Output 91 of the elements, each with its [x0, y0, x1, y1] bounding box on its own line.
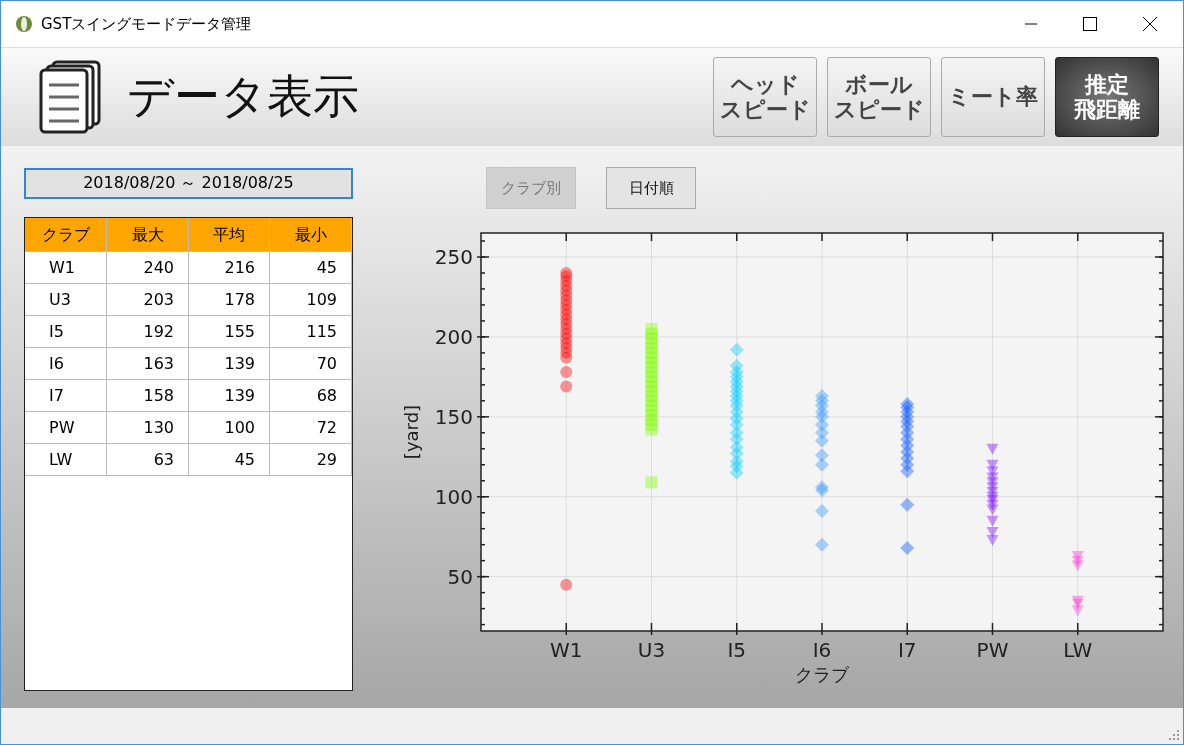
table-cell: 192 [107, 316, 189, 348]
table-cell: 63 [107, 444, 189, 476]
table-cell: 68 [270, 380, 352, 412]
y-tick-label: 250 [434, 245, 473, 269]
data-point [1071, 555, 1084, 567]
table-cell: 72 [270, 412, 352, 444]
data-point [560, 380, 573, 393]
table-cell: 216 [189, 252, 270, 284]
data-point [986, 482, 999, 494]
maximize-icon[interactable] [1083, 17, 1097, 31]
table-cell: I7 [25, 380, 107, 412]
sort-button[interactable]: 日付順 [606, 167, 696, 209]
data-point [815, 537, 829, 552]
mode-button[interactable]: ヘッド スピード [713, 57, 817, 137]
x-tick-label: I7 [897, 638, 917, 662]
table-cell: 163 [107, 348, 189, 380]
table-cell: I5 [25, 316, 107, 348]
documents-icon [39, 60, 101, 134]
page-title: データ表示 [127, 68, 359, 125]
x-tick-label: I5 [727, 638, 747, 662]
x-tick-label: W1 [550, 638, 583, 662]
window-title: GSTスイングモードデータ管理 [41, 14, 252, 34]
table-cell: 70 [270, 348, 352, 380]
data-point [729, 358, 744, 373]
table-cell: PW [25, 412, 107, 444]
table-cell: 139 [189, 380, 270, 412]
mode-button[interactable]: ミート率 [941, 57, 1045, 137]
table-cell: U3 [25, 284, 107, 316]
table-cell: 158 [107, 380, 189, 412]
data-point [986, 534, 999, 546]
data-point [729, 342, 744, 357]
data-point [729, 440, 744, 455]
data-point [986, 499, 999, 511]
table-cell: 115 [270, 316, 352, 348]
x-tick-label: U3 [637, 638, 666, 662]
data-point [815, 448, 829, 463]
data-point [900, 497, 915, 512]
data-point [986, 443, 999, 455]
column-header: 平均 [189, 218, 270, 252]
resize-grip-icon[interactable] [1169, 730, 1179, 740]
data-point [815, 504, 829, 519]
table-cell: LW [25, 444, 107, 476]
y-tick-label: 100 [434, 484, 473, 509]
app-icon [15, 15, 33, 33]
y-tick-label: 200 [434, 324, 473, 349]
table-cell: W1 [25, 252, 107, 284]
close-icon[interactable] [1143, 17, 1157, 31]
column-header: 最大 [107, 218, 189, 252]
data-point [560, 578, 573, 591]
data-point [986, 515, 999, 527]
table-cell: 109 [270, 284, 352, 316]
table-cell: 45 [270, 252, 352, 284]
table-cell: 130 [107, 412, 189, 444]
table-cell: 100 [189, 412, 270, 444]
data-point [815, 389, 829, 404]
data-point [986, 477, 999, 489]
table-cell: I6 [25, 348, 107, 380]
mode-button[interactable]: 推定 飛距離 [1055, 57, 1159, 137]
data-point [1071, 550, 1084, 562]
date-range-field[interactable]: 2018/08/20 ～ 2018/08/25 [24, 168, 353, 199]
table-cell: 29 [270, 444, 352, 476]
x-axis-title: クラブ [795, 664, 849, 685]
data-point [986, 504, 999, 516]
x-tick-label: LW [1063, 638, 1093, 662]
column-header: クラブ [25, 218, 107, 252]
x-tick-label: I6 [812, 638, 832, 662]
table-cell: 203 [107, 284, 189, 316]
table-cell: 155 [189, 316, 270, 348]
data-point [560, 266, 573, 279]
table-cell: 178 [189, 284, 270, 316]
data-point [986, 472, 999, 484]
data-point [645, 476, 658, 489]
x-tick-label: PW [976, 638, 1009, 662]
y-tick-label: 150 [434, 404, 473, 429]
data-point [560, 366, 573, 379]
data-point [900, 540, 915, 555]
column-header: 最小 [270, 218, 352, 252]
data-point [1071, 560, 1084, 572]
y-axis-title: [yard] [401, 404, 422, 460]
data-point [645, 322, 658, 335]
data-point [986, 466, 999, 478]
data-point [815, 457, 829, 472]
y-tick-label: 50 [447, 564, 473, 589]
table-cell: 240 [107, 252, 189, 284]
data-point [1071, 605, 1084, 617]
table-cell: 139 [189, 348, 270, 380]
mode-button[interactable]: ボール スピード [827, 57, 931, 137]
data-point [986, 486, 999, 498]
data-point [986, 526, 999, 538]
table-cell: 45 [189, 444, 270, 476]
data-point [986, 459, 999, 471]
